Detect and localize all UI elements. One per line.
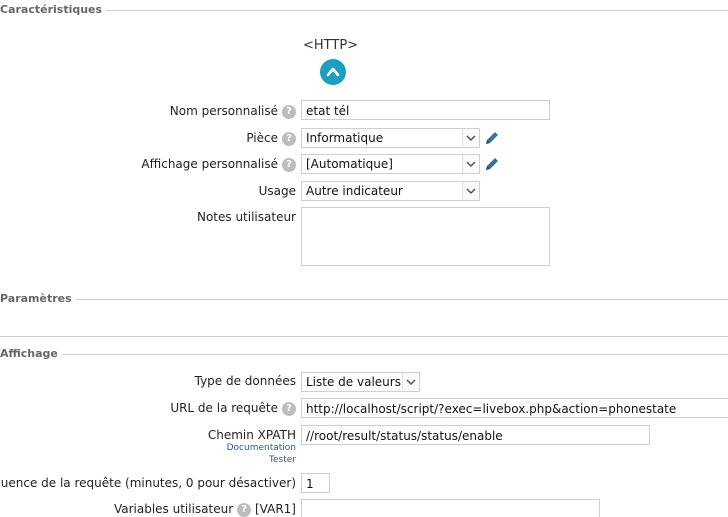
device-title: <HTTP> — [303, 38, 359, 53]
room-select-value: Informatique — [306, 131, 384, 145]
help-icon[interactable]: ? — [282, 157, 296, 172]
section-title-parameters: Paramètres — [0, 292, 76, 305]
section-divider — [0, 299, 728, 300]
data-type-label: Type de données — [194, 374, 296, 388]
usage-label: Usage — [258, 184, 296, 198]
custom-name-input[interactable]: etat tél — [301, 100, 550, 120]
collapse-button[interactable] — [320, 59, 346, 85]
usage-select-value: Autre indicateur — [306, 184, 403, 198]
xpath-input[interactable]: //root/result/status/status/enable — [301, 425, 650, 445]
chevron-down-icon — [462, 129, 479, 147]
custom-display-label-text: Affichage personnalisé — [141, 157, 278, 171]
chevron-down-icon — [462, 182, 479, 200]
user-notes-label: Notes utilisateur — [196, 210, 296, 224]
chevron-up-icon — [326, 67, 340, 77]
help-icon[interactable]: ? — [282, 401, 296, 416]
section-title-display: Affichage — [0, 347, 62, 360]
user-variables-label-text: Variables utilisateur — [113, 502, 234, 516]
frequency-label: Fréquence de la requête (minutes, 0 pour… — [0, 476, 296, 490]
edit-room-icon[interactable] — [484, 130, 500, 146]
room-select[interactable]: Informatique — [301, 128, 480, 148]
request-url-label-text: URL de la requête — [170, 401, 278, 415]
custom-name-label-text: Nom personnalisé — [169, 104, 278, 118]
help-icon[interactable]: ? — [282, 131, 296, 146]
user-variables-input[interactable] — [301, 499, 600, 517]
custom-display-select[interactable]: [Automatique] — [301, 154, 480, 174]
section-title-characteristics: Caractéristiques — [0, 3, 107, 16]
xpath-label: Chemin XPATH — [207, 428, 296, 442]
custom-name-label: Nom personnalisé? — [170, 104, 296, 119]
section-divider — [0, 10, 728, 11]
section-divider — [0, 336, 728, 337]
usage-select[interactable]: Autre indicateur — [301, 181, 480, 201]
request-url-input[interactable]: http://localhost/script/?exec=livebox.ph… — [301, 398, 728, 418]
frequency-input[interactable]: 1 — [301, 473, 330, 493]
test-link[interactable]: Tester — [269, 455, 296, 465]
room-label: Pièce? — [246, 131, 296, 146]
user-variables-label: Variables utilisateur? [VAR1] — [114, 502, 296, 517]
custom-display-select-value: [Automatique] — [306, 157, 393, 171]
help-icon[interactable]: ? — [237, 502, 252, 517]
chevron-down-icon — [402, 373, 419, 391]
request-url-label: URL de la requête? — [170, 401, 296, 416]
custom-display-label: Affichage personnalisé? — [141, 157, 296, 172]
section-divider — [0, 354, 728, 355]
chevron-down-icon — [462, 155, 479, 173]
data-type-select-value: Liste de valeurs — [306, 375, 401, 389]
user-notes-textarea[interactable] — [301, 207, 550, 266]
user-variables-suffix: [VAR1] — [255, 502, 296, 516]
data-type-select[interactable]: Liste de valeurs — [301, 372, 420, 392]
edit-display-icon[interactable] — [484, 156, 500, 172]
help-icon[interactable]: ? — [282, 104, 296, 119]
documentation-link[interactable]: Documentation — [227, 443, 296, 453]
room-label-text: Pièce — [246, 131, 278, 145]
